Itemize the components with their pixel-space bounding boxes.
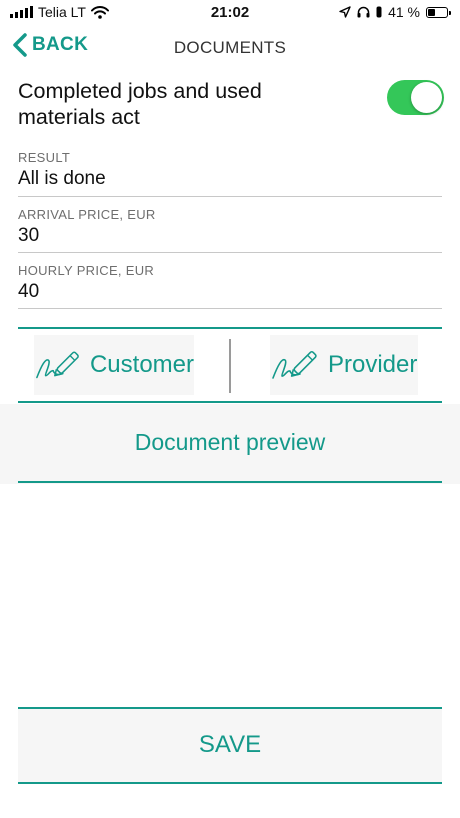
location-icon bbox=[339, 6, 351, 18]
battery-percent: 41 % bbox=[388, 4, 420, 20]
provider-signature-button[interactable]: Provider bbox=[270, 335, 418, 395]
headphones-icon bbox=[357, 6, 370, 18]
back-label: BACK bbox=[32, 34, 89, 55]
customer-label: Customer bbox=[89, 351, 194, 378]
customer-signature-button[interactable]: Customer bbox=[34, 335, 194, 395]
signature-pen-icon bbox=[272, 351, 317, 379]
back-button[interactable]: BACK bbox=[12, 32, 88, 58]
status-right: 41 % bbox=[339, 4, 451, 20]
preview-underline bbox=[18, 481, 442, 483]
battery-fill bbox=[428, 8, 435, 16]
save-button[interactable]: SAVE bbox=[18, 707, 442, 784]
provider-label: Provider bbox=[328, 351, 418, 378]
signature-pen-icon bbox=[36, 351, 79, 379]
status-bar: Telia LT 21:02 41 % bbox=[0, 0, 460, 26]
toggle-knob bbox=[411, 82, 442, 113]
nav-bar: DOCUMENTS BACK bbox=[0, 26, 460, 68]
field-value: 40 bbox=[18, 281, 40, 302]
battery-icon bbox=[426, 6, 451, 18]
document-toggle[interactable] bbox=[387, 80, 444, 115]
signature-divider bbox=[229, 339, 231, 393]
field-label: RESULT bbox=[18, 150, 71, 165]
field-label: ARRIVAL PRICE, EUR bbox=[18, 207, 156, 222]
document-preview-label: Document preview bbox=[134, 429, 326, 455]
save-label: SAVE bbox=[198, 731, 262, 758]
document-preview-button[interactable]: Document preview bbox=[0, 404, 460, 484]
arrival-price-field[interactable]: ARRIVAL PRICE, EUR 30 bbox=[18, 207, 442, 253]
signature-section: Customer Provider bbox=[18, 327, 442, 403]
field-value: 30 bbox=[18, 225, 40, 246]
field-label: HOURLY PRICE, EUR bbox=[18, 263, 155, 278]
hourly-price-field[interactable]: HOURLY PRICE, EUR 40 bbox=[18, 263, 442, 309]
lock-icon bbox=[376, 6, 382, 18]
document-title: Completed jobs and used materials act bbox=[18, 79, 262, 129]
document-row: Completed jobs and used materials act bbox=[18, 78, 444, 130]
field-value: All is done bbox=[18, 168, 106, 189]
chevron-left-icon bbox=[13, 33, 27, 57]
result-field[interactable]: RESULT All is done bbox=[18, 150, 442, 197]
